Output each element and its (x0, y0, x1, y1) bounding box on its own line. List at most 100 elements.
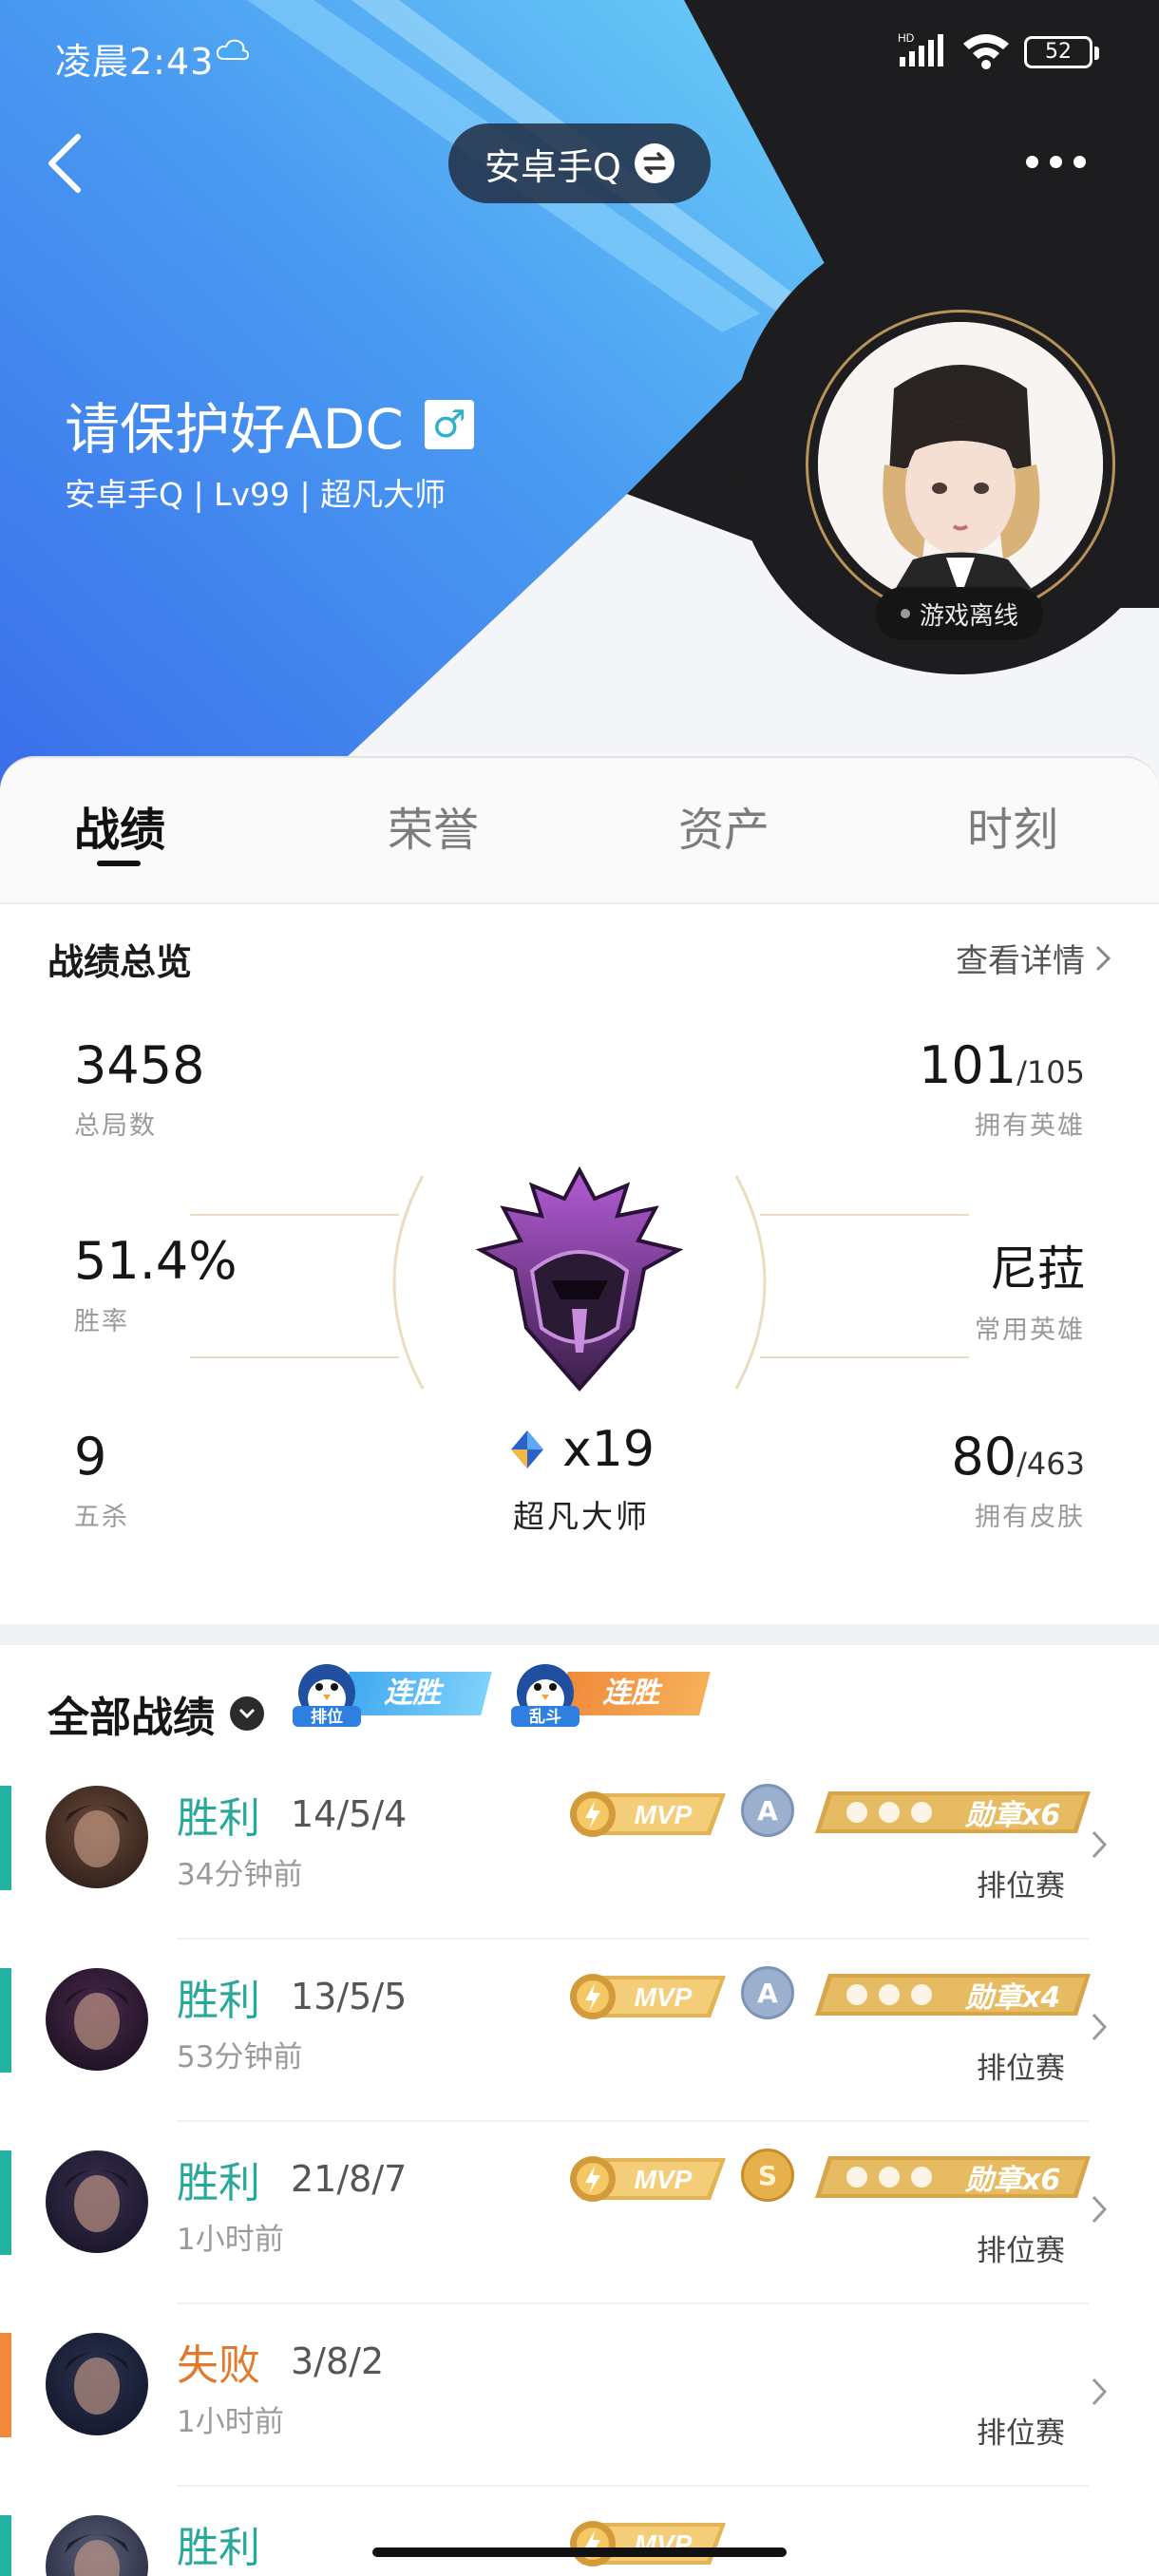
match-mode: 排位赛 (977, 2052, 1065, 2086)
player-subline: 安卓手Q | Lv99 | 超凡大师 (65, 476, 446, 513)
cloud-icon (217, 39, 249, 61)
total-games-label: 总局数 (74, 1111, 157, 1141)
master-rank-icon (475, 1165, 684, 1392)
chevron-down-icon (230, 1696, 264, 1731)
section-separator (0, 1624, 1159, 1645)
heroes-total: /105 (1016, 1054, 1085, 1090)
brawl-streak-badge: 连胜6 乱斗 (505, 1655, 711, 1753)
decor-line (760, 1214, 969, 1216)
match-grade-badge: S (741, 2149, 794, 2202)
common-hero-label: 常用英雄 (975, 1316, 1085, 1345)
total-games-value: 3458 (74, 1035, 205, 1095)
more-options-icon[interactable] (1026, 142, 1102, 180)
match-mode: 排位赛 (977, 1869, 1065, 1904)
match-row[interactable]: 失败 3/8/2 1小时前 排位赛 (0, 2304, 1159, 2487)
ranked-streak-badge: 连胜3 排位 (287, 1655, 492, 1753)
match-time: 34分钟前 (177, 1858, 303, 1892)
svg-text:MVP: MVP (635, 1982, 693, 2012)
medal-count: 勋章x4 (965, 1981, 1061, 2015)
common-hero-value: 尼菈 (990, 1241, 1085, 1297)
skins-owned-value: 80 (951, 1427, 1017, 1487)
mvp-badge-icon: MVP (570, 2156, 726, 2202)
online-status-badge: 游戏离线 (876, 587, 1043, 640)
status-time: 凌晨2:43 (55, 41, 215, 83)
tab-records[interactable]: 战绩 (25, 792, 215, 859)
result-indicator-bar (0, 1786, 11, 1890)
match-row[interactable]: 胜利 MVP (0, 2487, 1159, 2576)
match-result: 胜利 (177, 2159, 260, 2207)
overview-title: 战绩总览 (48, 941, 193, 983)
skins-owned-label: 拥有皮肤 (975, 1503, 1085, 1532)
rank-name: 超凡大师 (513, 1498, 650, 1535)
match-mode: 排位赛 (977, 2416, 1065, 2451)
win-rate-label: 胜率 (74, 1307, 129, 1336)
account-switch-button[interactable]: 安卓手Q (448, 123, 711, 203)
stat-skins-owned: 80/463 拥有皮肤 (951, 1427, 1085, 1533)
home-indicator[interactable] (372, 2548, 787, 2557)
status-dot-icon (900, 609, 910, 618)
rank-stars-count: x19 (562, 1421, 655, 1478)
mvp-badge-icon: MVP (570, 1791, 726, 1837)
chevron-right-icon (1095, 945, 1112, 971)
star-diamond-icon (511, 1430, 543, 1468)
match-result: 胜利 (177, 1794, 260, 1843)
match-result: 胜利 (177, 2524, 260, 2572)
match-row[interactable]: 胜利 14/5/4 34分钟前 排位赛 MVP A 勋章x6 (0, 1757, 1159, 1940)
match-row[interactable]: 胜利 21/8/7 1小时前 排位赛 MVP S 勋章x6 (0, 2122, 1159, 2304)
stat-win-rate: 51.4% 胜率 (74, 1231, 238, 1337)
hero-avatar (46, 2150, 148, 2253)
svg-text:HD: HD (898, 31, 915, 45)
win-rate-value: 51.4% (74, 1231, 238, 1291)
tab-moments[interactable]: 时刻 (918, 792, 1108, 859)
view-details-link[interactable]: 查看详情 (956, 935, 1112, 981)
result-indicator-bar (0, 2150, 11, 2255)
stat-common-hero[interactable]: 尼菈 常用英雄 (975, 1231, 1085, 1346)
match-time: 1小时前 (177, 2223, 284, 2257)
account-label: 安卓手Q (484, 145, 621, 188)
hero-avatar (46, 2515, 148, 2576)
view-details-label: 查看详情 (956, 942, 1085, 980)
result-indicator-bar (0, 2333, 11, 2437)
tab-assets[interactable]: 资产 (629, 792, 819, 859)
records-filter[interactable]: 全部战绩 (48, 1683, 264, 1744)
decor-line (190, 1356, 399, 1358)
rank-badge[interactable] (466, 1165, 694, 1394)
match-row[interactable]: 胜利 13/5/5 53分钟前 排位赛 MVP A 勋章x4 (0, 1940, 1159, 2122)
back-arrow-icon[interactable] (38, 125, 95, 201)
profile-header: 凌晨2:43 HD 52 安卓手Q 请保护好ADC ♂ 安卓手Q | Lv99 … (0, 0, 1159, 788)
online-status-text: 游戏离线 (919, 601, 1018, 631)
battery-icon: 52 (1024, 36, 1099, 68)
match-grade-badge: A (741, 1784, 794, 1837)
decor-line (190, 1214, 399, 1216)
hero-avatar (46, 1786, 148, 1888)
medal-count: 勋章x6 (965, 1799, 1061, 1832)
match-mode: 排位赛 (977, 2234, 1065, 2268)
match-result: 失败 (177, 2341, 260, 2390)
signal-icon: HD (898, 31, 943, 66)
stat-heroes-owned: 101/105 拥有英雄 (919, 1035, 1085, 1142)
player-name-row: 请保护好ADC ♂ (65, 385, 474, 464)
chevron-right-icon (1092, 2013, 1108, 2041)
profile-tabs: 战绩 荣誉 资产 时刻 (0, 756, 1159, 904)
result-indicator-bar (0, 2515, 11, 2576)
status-bar: 凌晨2:43 HD 52 (0, 0, 1159, 104)
skins-total: /463 (1016, 1446, 1085, 1482)
penguin-icon: 排位 (293, 1664, 361, 1727)
hero-avatar (46, 1968, 148, 2071)
chevron-right-icon (1092, 2377, 1108, 2406)
swap-icon (634, 143, 674, 183)
hero-avatar (46, 2333, 148, 2435)
heroes-owned-value: 101 (919, 1035, 1017, 1095)
player-avatar[interactable] (806, 310, 1115, 619)
match-kda: 3/8/2 (291, 2340, 385, 2382)
avatar-illustration (818, 322, 1103, 607)
penguin-icon: 乱斗 (511, 1664, 580, 1727)
match-result: 胜利 (177, 1977, 260, 2025)
decor-line (760, 1356, 969, 1358)
match-time: 1小时前 (177, 2405, 284, 2439)
tab-honors[interactable]: 荣誉 (338, 792, 528, 859)
wifi-icon (963, 34, 1009, 69)
match-kda: 13/5/5 (291, 1976, 408, 2017)
male-gender-icon: ♂ (424, 400, 474, 449)
svg-text:MVP: MVP (635, 1800, 693, 1829)
